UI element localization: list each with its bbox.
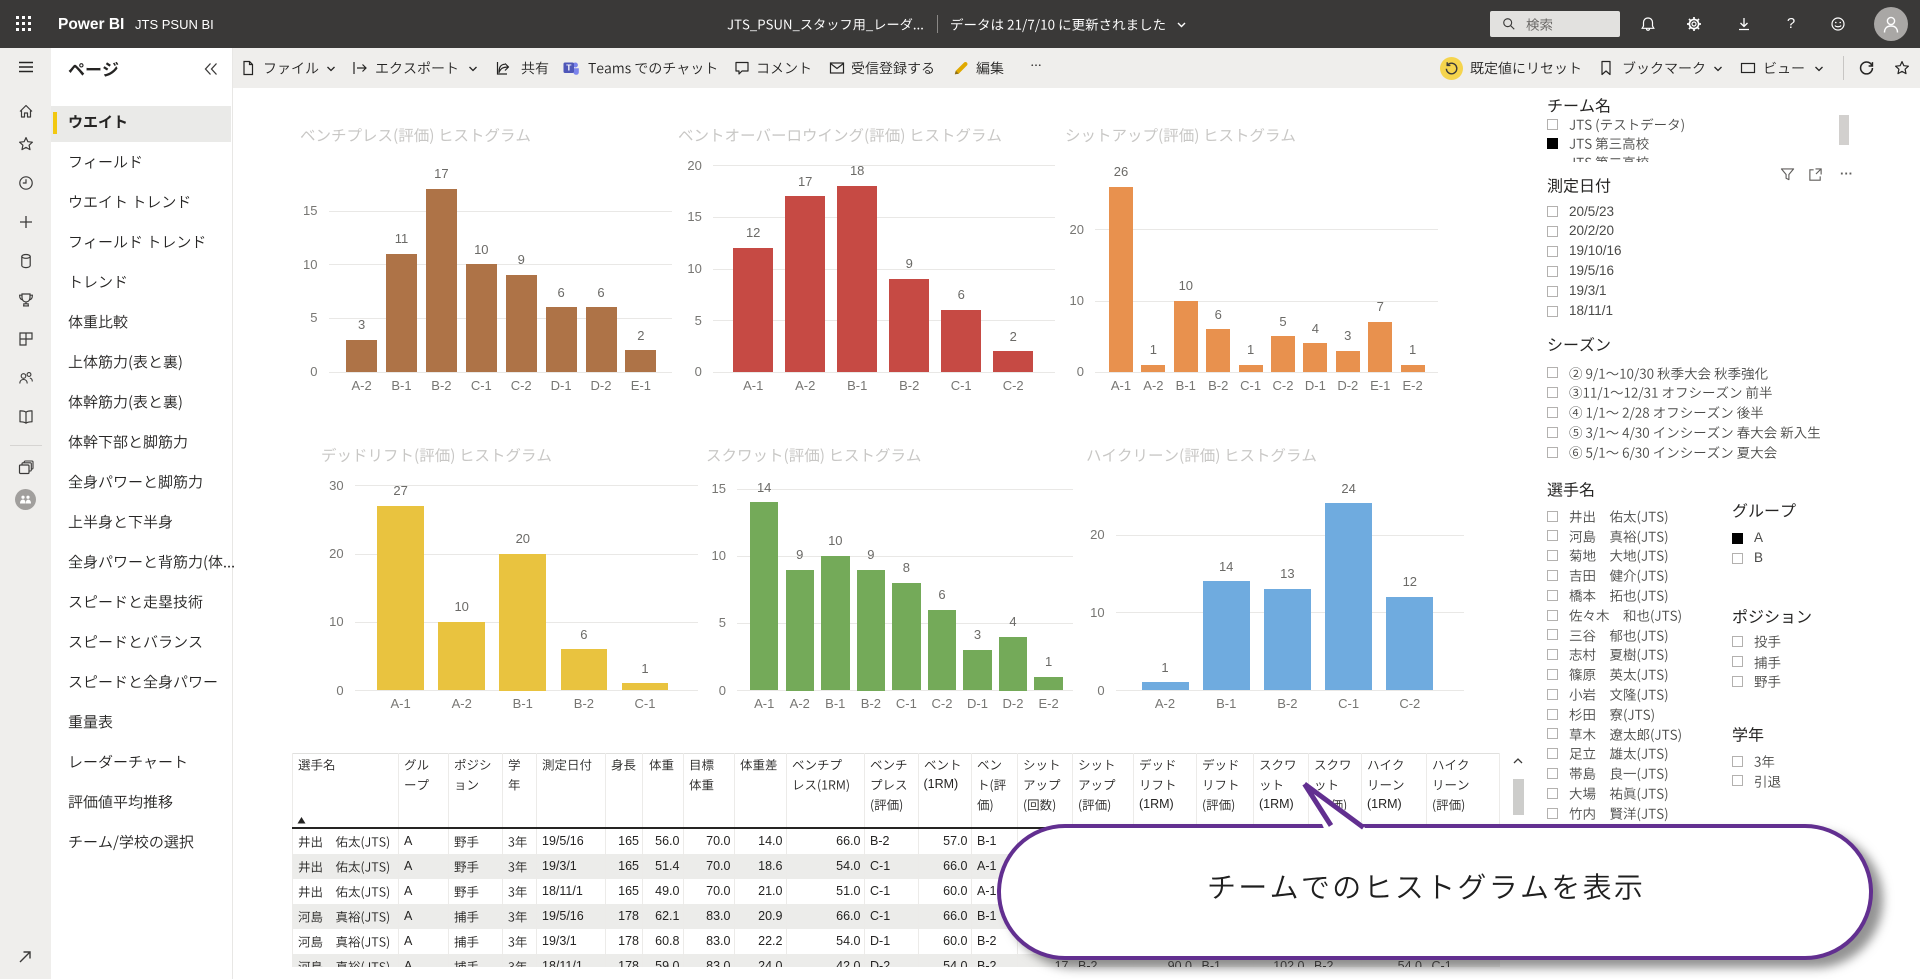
svg-text:T: T — [566, 63, 572, 73]
